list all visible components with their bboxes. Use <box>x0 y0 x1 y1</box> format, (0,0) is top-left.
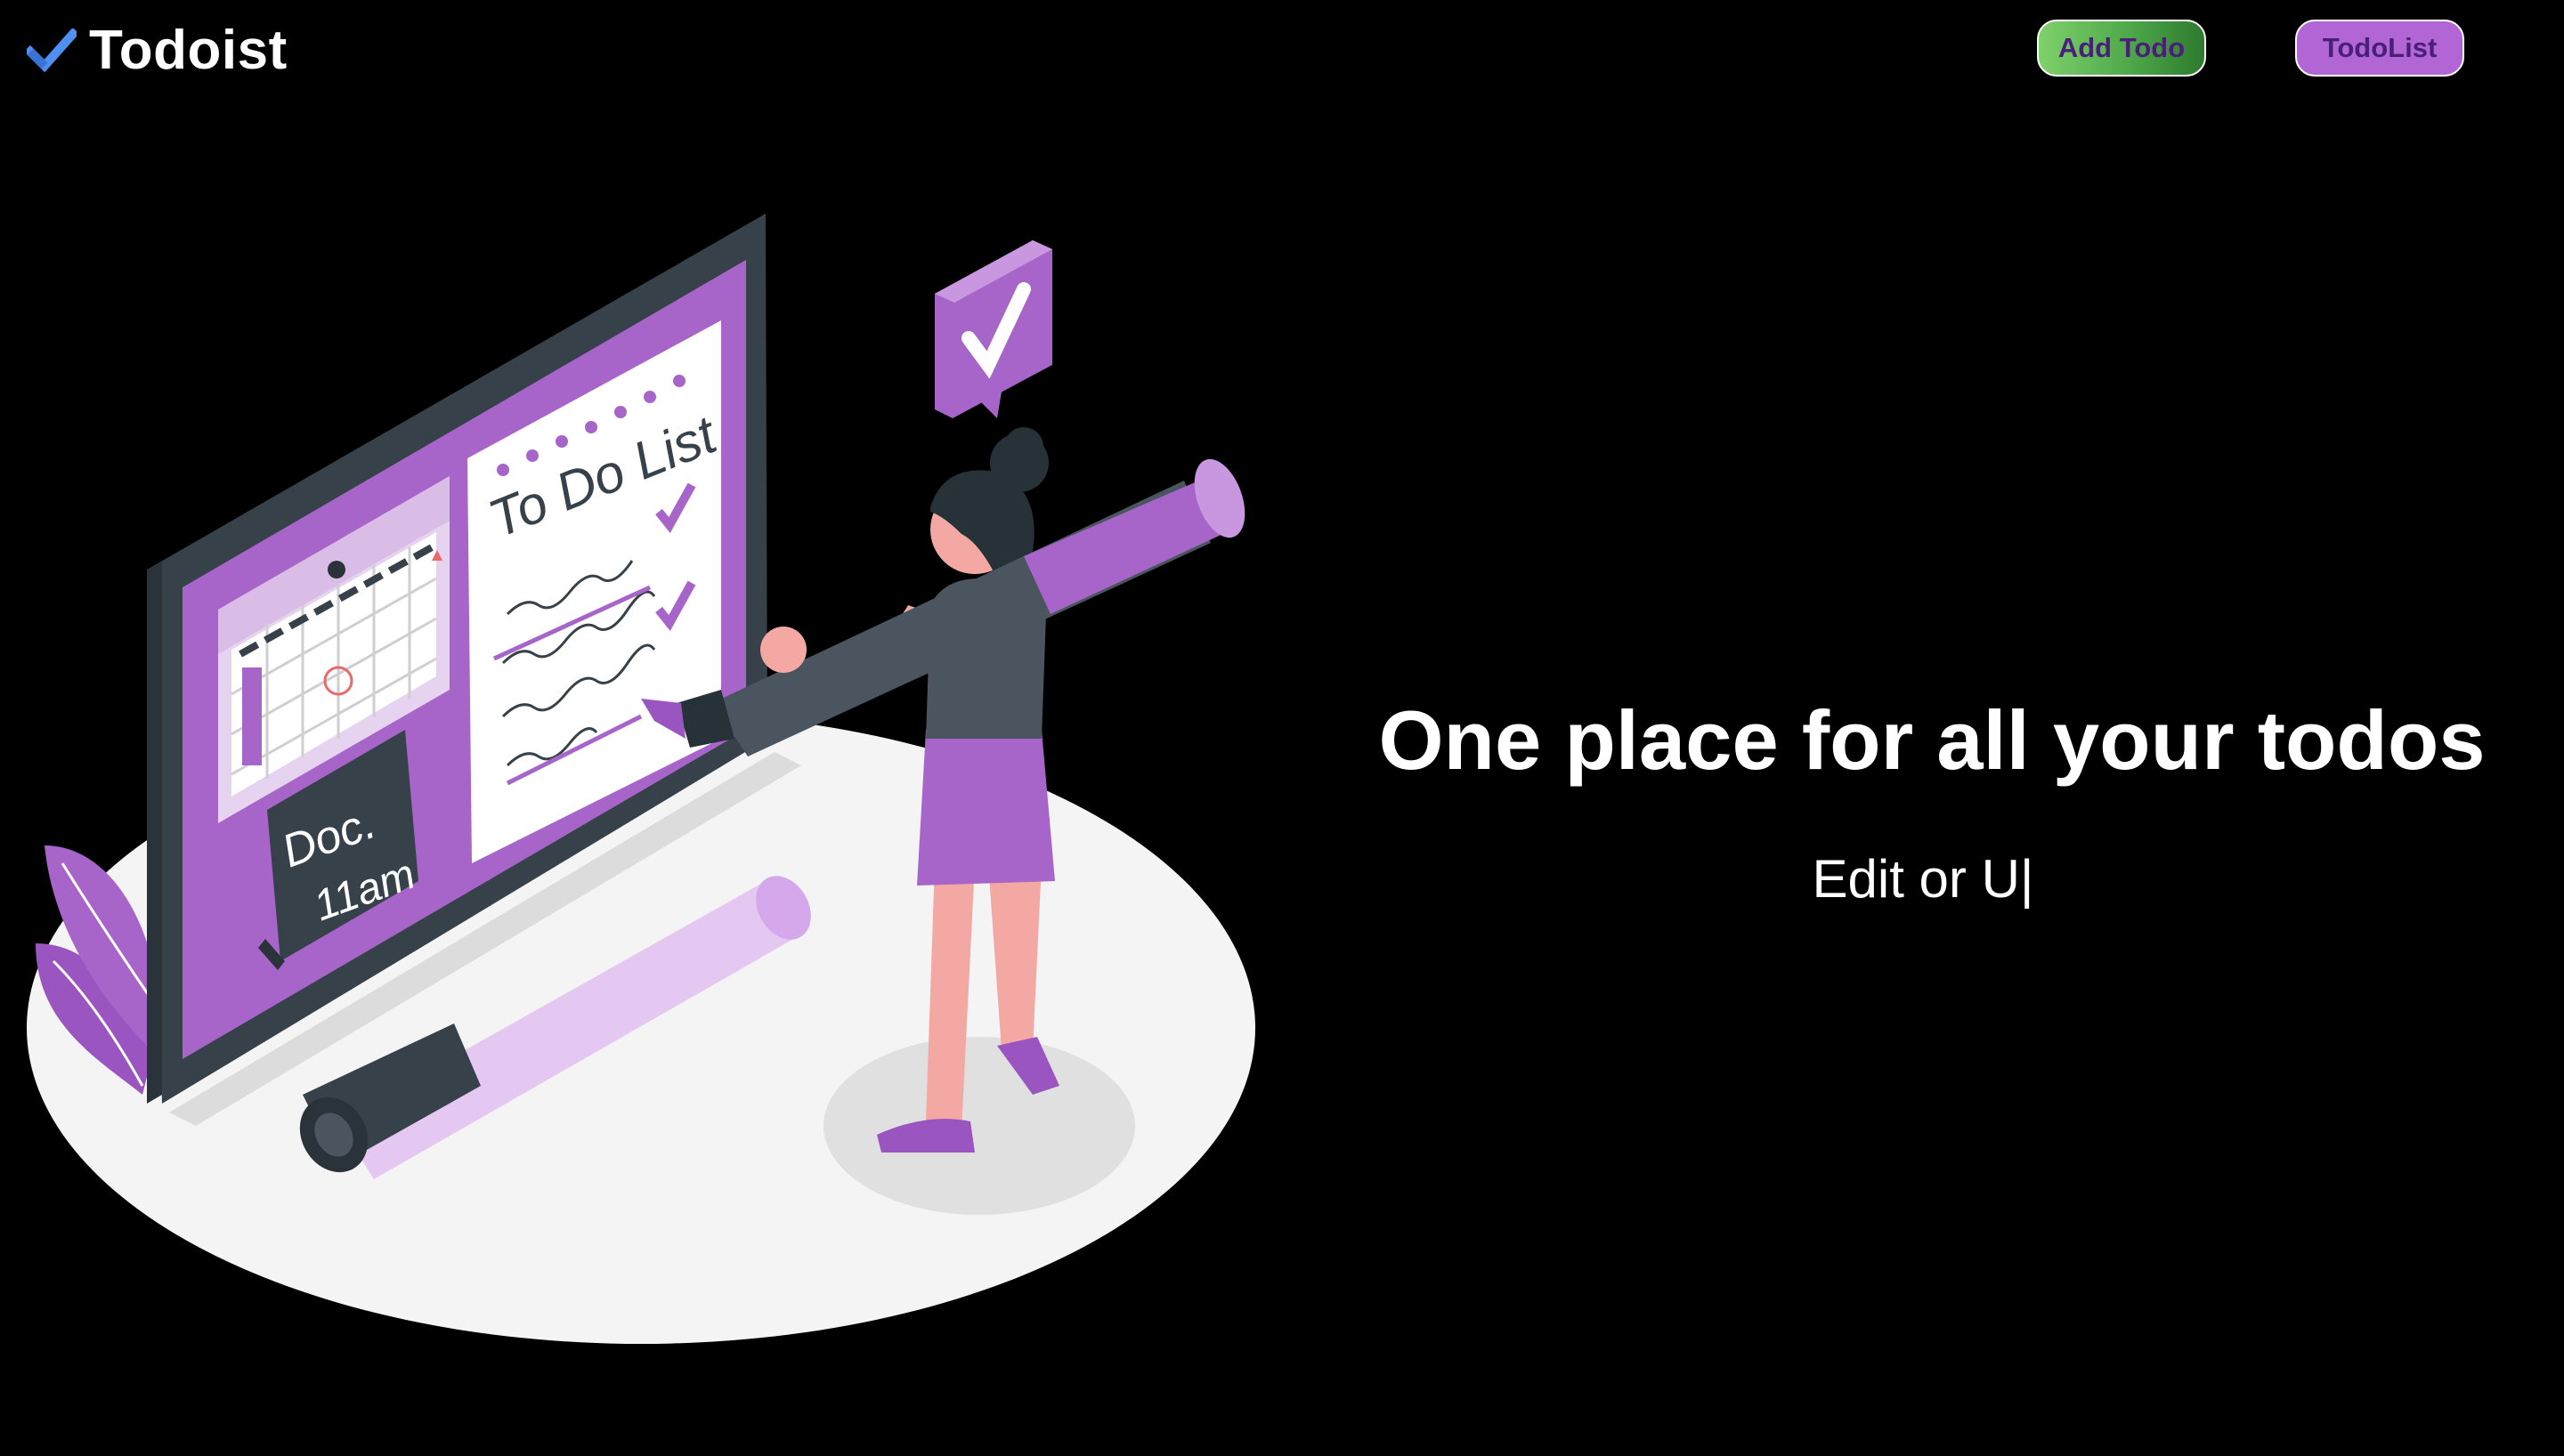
add-todo-button[interactable]: Add Todo <box>2037 20 2206 77</box>
checkmark-icon <box>27 28 77 73</box>
brand-name: Todoist <box>89 20 288 81</box>
typed-text: Edit or U <box>1812 849 2020 909</box>
check-bubble-icon <box>935 240 1052 418</box>
brand[interactable]: Todoist <box>27 20 288 82</box>
text-cursor: | <box>2019 849 2034 909</box>
hero-title: One place for all your todos <box>1378 693 2486 787</box>
todo-list-illustration: Doc. 11am To Do List <box>27 214 1255 1344</box>
typewriter-text: Edit or U| <box>1362 850 2484 909</box>
landing-page: Todoist Add Todo TodoList Doc. 11am To D… <box>0 0 2564 1456</box>
shadow-ellipse <box>824 1037 1135 1215</box>
todolist-button[interactable]: TodoList <box>2295 20 2464 77</box>
